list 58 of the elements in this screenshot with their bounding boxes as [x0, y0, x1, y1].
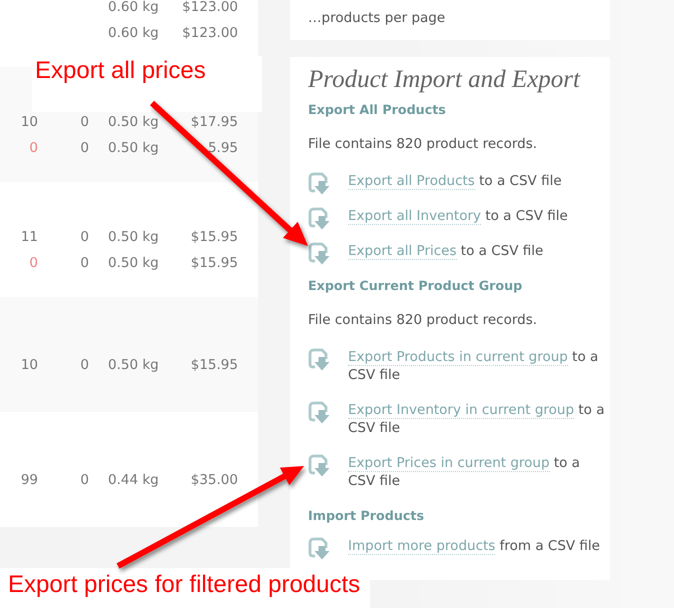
document-download-icon	[308, 454, 330, 477]
table-cell: 0.50 kg	[108, 254, 159, 270]
table-cell-text: 0	[79, 112, 89, 132]
table-cell-text: 0	[79, 254, 89, 272]
table-cell: $15.95	[190, 228, 238, 244]
section-heading: Export Current Product Group	[308, 277, 524, 295]
table-cell: 5.95	[208, 140, 238, 156]
document-download-icon	[308, 401, 330, 424]
action-link[interactable]: Export all Prices	[348, 243, 457, 260]
table-cell-text: 0	[28, 138, 38, 158]
table-cell-text: 0	[79, 228, 89, 246]
action-link[interactable]: Import more products	[348, 538, 496, 555]
table-cell-text: 0	[79, 356, 89, 374]
table-cell: 0.44 kg	[108, 472, 159, 488]
table-cell: $17.95	[190, 114, 238, 130]
table-cell: $123.00	[182, 25, 238, 41]
table-cell-text: 0	[28, 254, 38, 272]
record-count-text: File contains 820 product records.	[308, 311, 538, 330]
table-cell: 0.50 kg	[108, 140, 159, 156]
table-cell: $35.00	[190, 472, 238, 488]
table-cell: $15.95	[190, 356, 238, 372]
table-cell-text: 0	[79, 138, 89, 158]
action-text: Export Prices in current group to a CSV file	[348, 454, 581, 490]
table-cell: 0.50 kg	[108, 114, 159, 130]
table-cell: $15.95	[190, 254, 238, 270]
document-download-icon	[308, 172, 330, 195]
per-page-label: …products per page	[308, 10, 446, 26]
action-link[interactable]: Export Prices in current group	[348, 455, 550, 472]
action-text: Export Products in current group to a CSV file	[348, 348, 600, 384]
table-cell: 0.50 kg	[108, 228, 159, 244]
section-heading: Import Products	[308, 507, 426, 525]
table-cell-text: 0	[79, 470, 89, 490]
document-download-icon	[308, 537, 330, 560]
action-text: Export all Products to a CSV file	[348, 172, 563, 190]
table-cell-text: 11	[20, 228, 38, 246]
table-cell: 0.60 kg	[108, 0, 159, 15]
callout-label: Export prices for filtered products	[0, 568, 370, 608]
table-cell: 0.60 kg	[108, 25, 159, 41]
action-text: Export Inventory in current group to a CSV file	[348, 401, 606, 437]
table-cell: 0.50 kg	[108, 356, 159, 372]
card-title: Product Import and Export	[308, 66, 582, 94]
table-cell-text: 10	[20, 112, 38, 132]
document-download-icon	[308, 242, 330, 265]
action-text: Export all Prices to a CSV file	[348, 242, 544, 260]
action-link[interactable]: Export all Products	[348, 173, 475, 190]
table-cell: $123.00	[182, 0, 238, 15]
action-link[interactable]: Export Products in current group	[348, 349, 568, 366]
action-text: Export all Inventory to a CSV file	[348, 207, 569, 225]
document-download-icon	[308, 348, 330, 371]
action-link[interactable]: Export all Inventory	[348, 208, 482, 225]
table-cell-text: 10	[20, 356, 38, 374]
callout-label: Export all prices	[32, 56, 262, 112]
action-link[interactable]: Export Inventory in current group	[348, 402, 574, 419]
section-heading: Export All Products	[308, 101, 447, 119]
table-cell-text: 99	[20, 470, 38, 490]
record-count-text: File contains 820 product records.	[308, 135, 538, 154]
action-text: Import more products from a CSV file	[348, 537, 601, 555]
document-download-icon	[308, 207, 330, 230]
